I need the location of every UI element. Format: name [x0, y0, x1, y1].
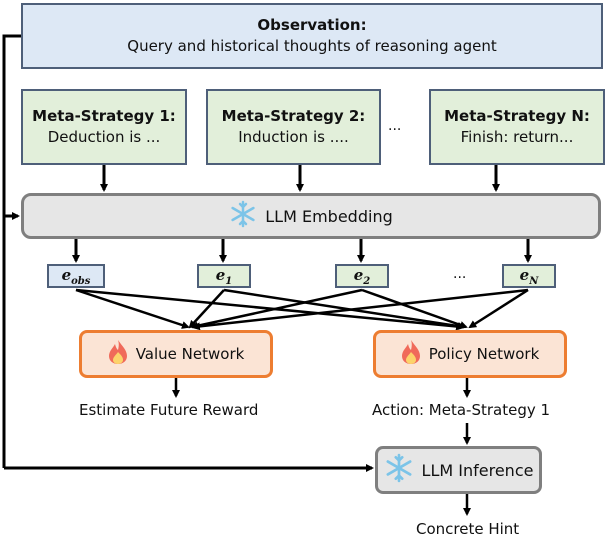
strategy-ellipsis: ...: [388, 118, 402, 134]
embedding-symbol: e: [353, 265, 364, 284]
policy-network-box: Policy Network: [373, 330, 567, 378]
embedding-subscript: 2: [363, 275, 371, 287]
meta-strategy-2-box: Meta-Strategy 2: Induction is ....: [206, 89, 381, 165]
meta-strategy-desc: Finish: return...: [460, 128, 574, 146]
embedding-e-2: e2: [335, 264, 389, 288]
meta-strategy-desc: Deduction is ...: [47, 128, 161, 146]
embedding-subscript: obs: [71, 275, 91, 287]
llm-embedding-label: LLM Embedding: [265, 206, 393, 226]
policy-network-label: Policy Network: [428, 345, 540, 363]
meta-strategy-title: Meta-Strategy N:: [444, 107, 590, 125]
meta-strategy-n-box: Meta-Strategy N: Finish: return...: [429, 89, 605, 165]
value-network-box: Value Network: [79, 330, 273, 378]
fire-icon: [108, 339, 128, 369]
policy-network-output: Action: Meta-Strategy 1: [372, 401, 551, 419]
meta-strategy-1-box: Meta-Strategy 1: Deduction is ...: [21, 89, 187, 165]
llm-inference-label: LLM Inference: [421, 460, 534, 480]
observation-title: Observation:: [257, 16, 367, 34]
snowflake-icon: [229, 200, 257, 232]
meta-strategy-desc: Induction is ....: [238, 128, 349, 146]
embedding-e-1: e1: [197, 264, 251, 288]
embedding-e-n: eN: [502, 264, 556, 288]
embedding-symbol: e: [215, 265, 226, 284]
inference-output: Concrete Hint: [416, 520, 520, 538]
meta-strategy-title: Meta-Strategy 1:: [32, 107, 176, 125]
embedding-symbol: e: [519, 265, 530, 284]
meta-strategy-title: Meta-Strategy 2:: [221, 107, 366, 125]
observation-box: Observation: Query and historical though…: [21, 3, 603, 69]
embedding-subscript: N: [529, 275, 539, 287]
value-network-output: Estimate Future Reward: [79, 401, 259, 419]
snowflake-icon: [384, 453, 414, 487]
observation-loop-line: [2, 34, 21, 468]
llm-embedding-box: LLM Embedding: [21, 193, 601, 239]
embedding-ellipsis: ...: [453, 266, 467, 282]
llm-inference-box: LLM Inference: [375, 446, 542, 494]
embedding-subscript: 1: [225, 275, 233, 287]
embedding-symbol: e: [61, 265, 72, 284]
value-network-label: Value Network: [135, 345, 245, 363]
fire-icon: [401, 339, 421, 369]
embedding-e-obs: eobs: [47, 264, 105, 288]
observation-subtitle: Query and historical thoughts of reasoni…: [127, 37, 497, 55]
